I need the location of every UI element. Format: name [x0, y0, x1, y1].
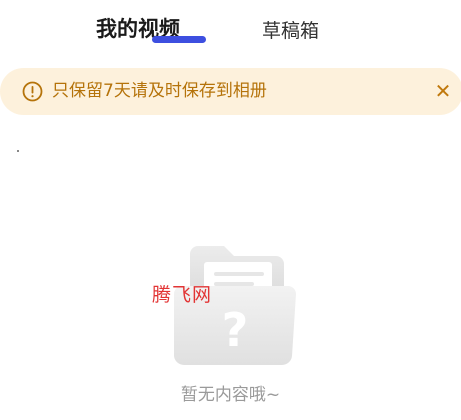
svg-text:?: ? [222, 303, 249, 357]
folder-question-icon: ? [174, 246, 296, 366]
watermark-text: 腾飞网 [152, 284, 213, 306]
retention-notice-banner: 只保留7天请及时保存到相册 ✕ [0, 68, 461, 115]
tab-bar: 我的视频 草稿箱 [0, 0, 461, 60]
exclamation-circle-icon [22, 81, 43, 102]
active-tab-indicator [152, 36, 206, 43]
close-icon[interactable]: ✕ [430, 77, 456, 105]
empty-state-message: 暂无内容哦~ [180, 385, 281, 405]
stray-dot [17, 150, 19, 152]
tab-drafts[interactable]: 草稿箱 [262, 16, 319, 46]
retention-notice-text: 只保留7天请及时保存到相册 [52, 81, 267, 101]
